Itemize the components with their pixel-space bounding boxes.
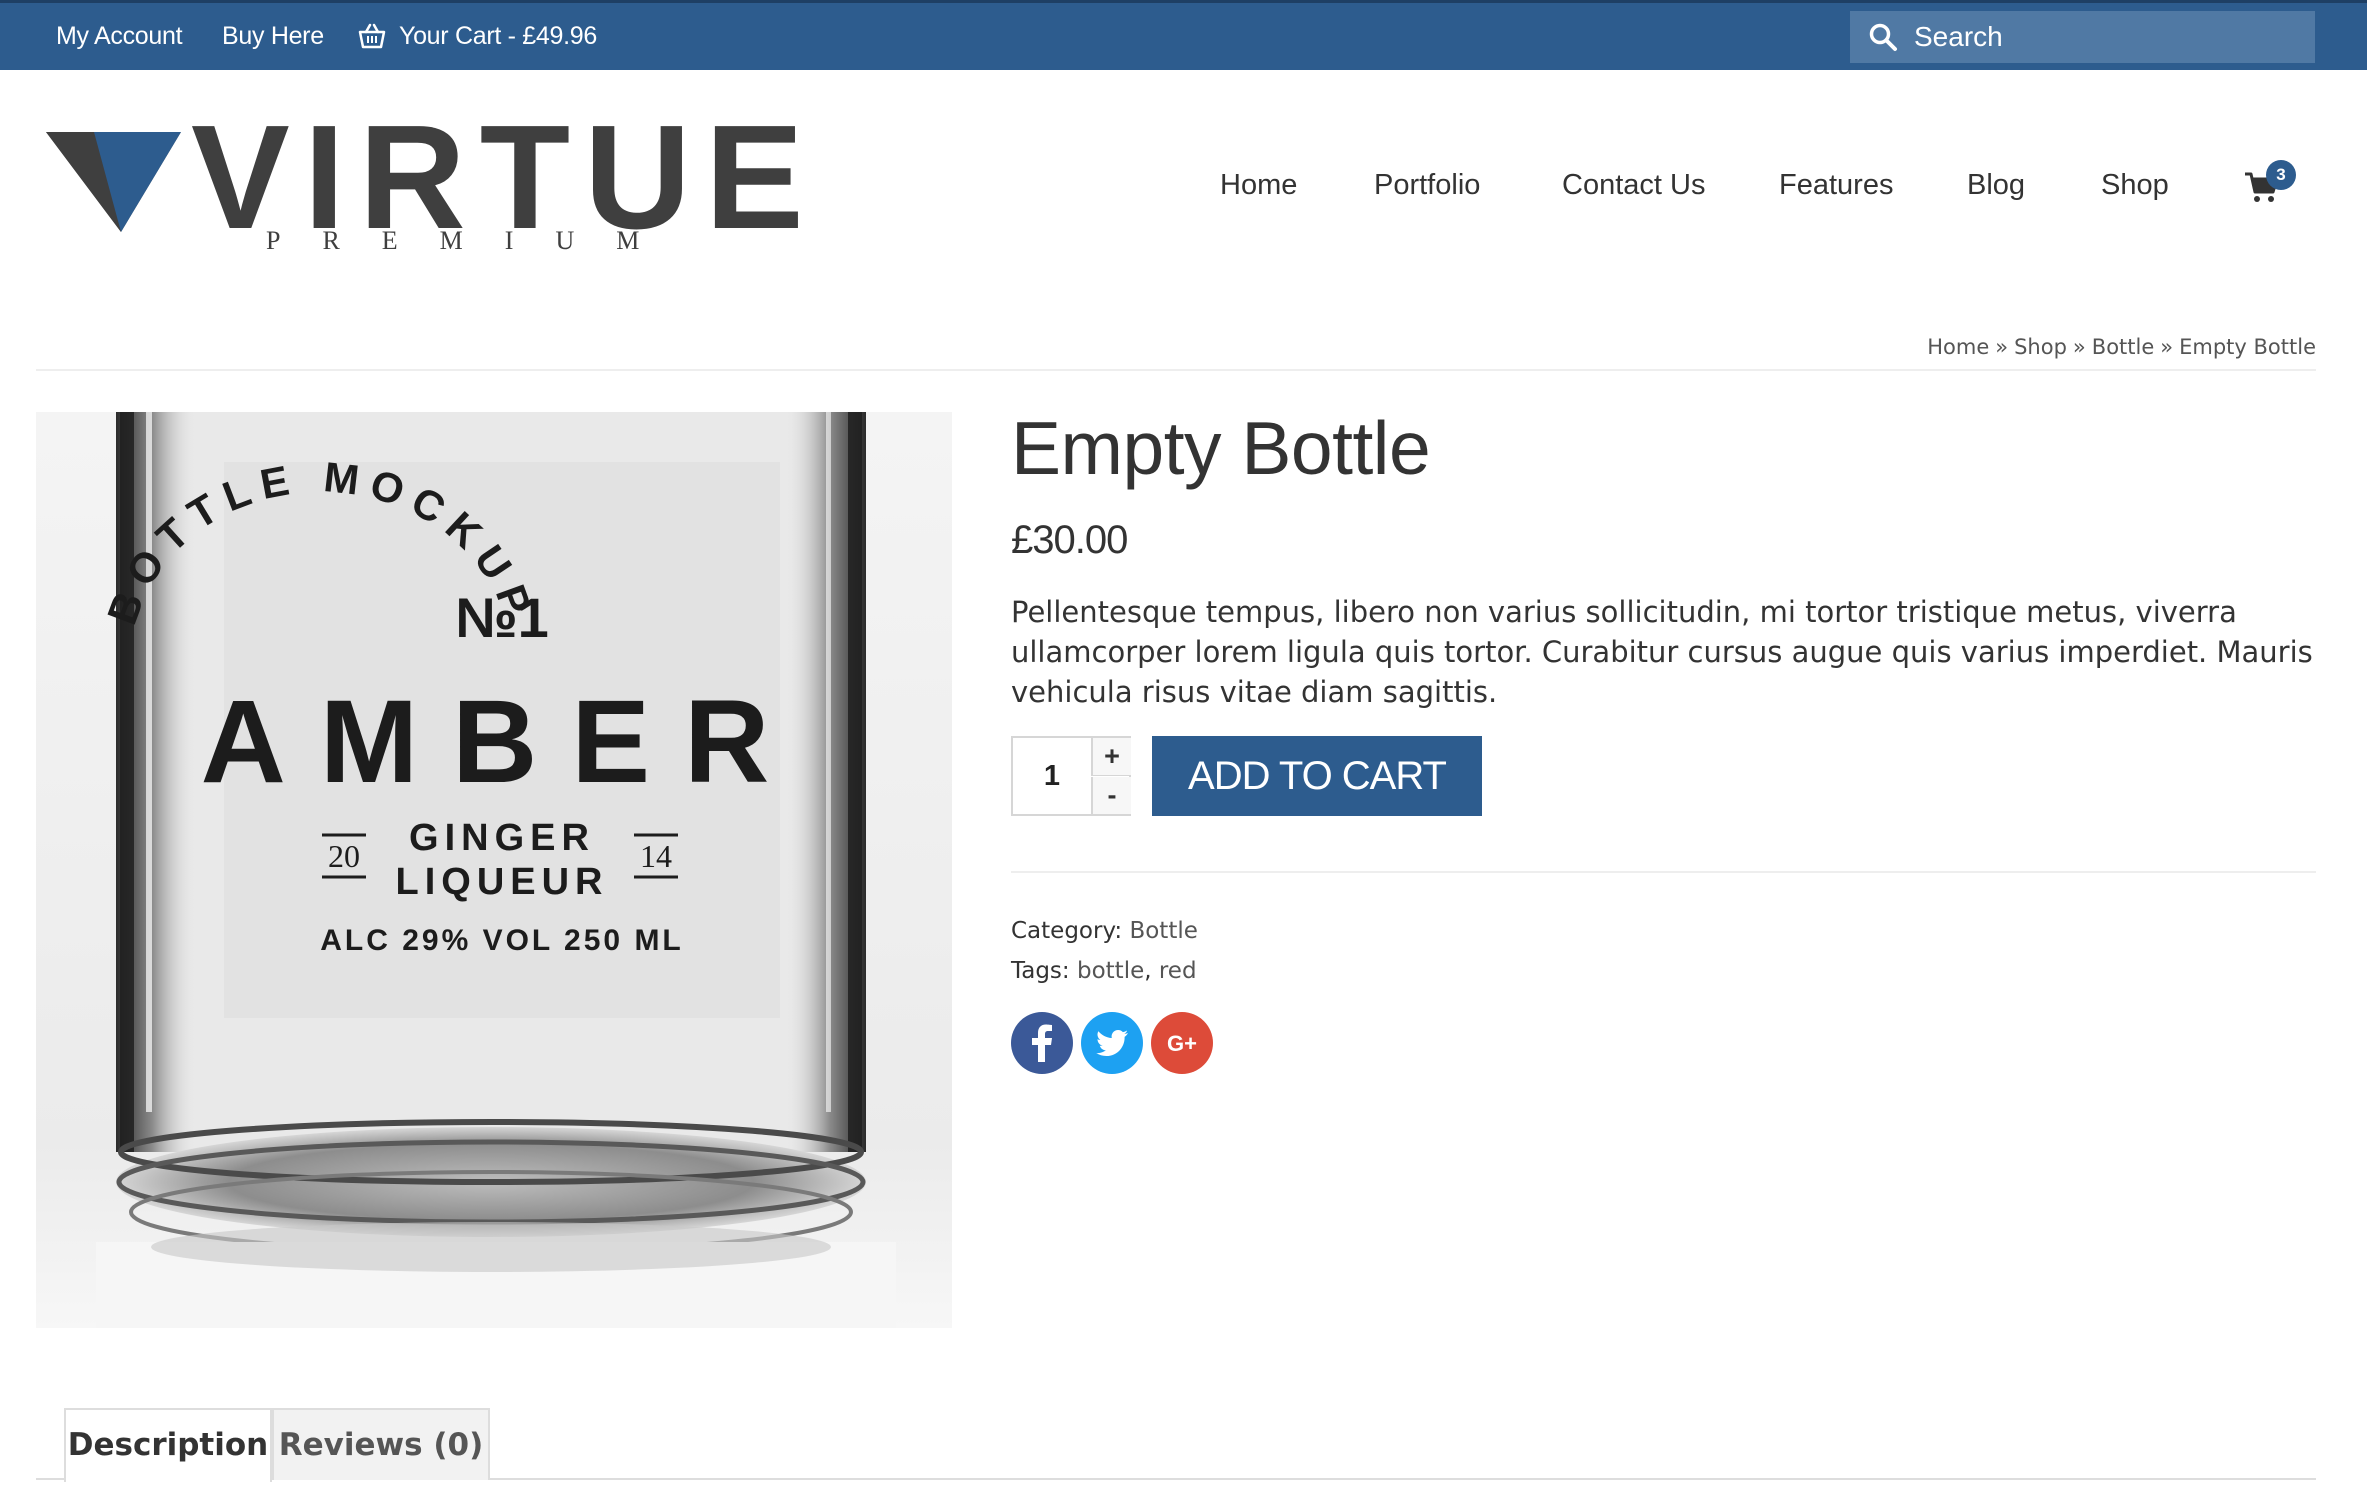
tag-link-red[interactable]: red bbox=[1159, 958, 1197, 984]
nav-shop[interactable]: Shop bbox=[2101, 160, 2169, 210]
breadcrumb-bottle[interactable]: Bottle bbox=[2092, 335, 2154, 359]
product-description: Pellentesque tempus, libero non varius s… bbox=[1011, 595, 2313, 709]
basket-icon bbox=[358, 23, 386, 49]
product-category: Category: Bottle bbox=[1011, 918, 1198, 944]
search-icon bbox=[1869, 23, 1897, 51]
quantity-increase-button[interactable]: + bbox=[1091, 738, 1131, 776]
top-bar: My Account Buy Here Your Cart - £49.96 bbox=[0, 0, 2367, 70]
breadcrumb-shop[interactable]: Shop bbox=[2014, 335, 2067, 359]
label-year-left: 20 bbox=[328, 838, 360, 874]
label-name: AMBER bbox=[201, 676, 804, 808]
facebook-icon bbox=[1032, 1024, 1052, 1062]
cart-count-badge: 3 bbox=[2266, 160, 2296, 190]
tag-link-bottle[interactable]: bottle bbox=[1077, 958, 1144, 984]
tag-separator: , bbox=[1144, 958, 1152, 984]
label-line2: LIQUEUR bbox=[396, 861, 609, 903]
buy-here-link[interactable]: Buy Here bbox=[222, 3, 324, 70]
bottle-illustration: BOTTLE MOCKUP №1 AMBER GINGER LIQUEUR 20… bbox=[96, 412, 896, 1328]
search-input[interactable] bbox=[1914, 11, 2304, 63]
label-year-right: 14 bbox=[640, 838, 672, 874]
breadcrumb: Home» Shop» Bottle» Empty Bottle bbox=[1927, 335, 2316, 359]
label-number: №1 bbox=[455, 586, 549, 649]
nav-home[interactable]: Home bbox=[1220, 160, 1297, 210]
nav-portfolio[interactable]: Portfolio bbox=[1374, 160, 1480, 210]
label-footer: ALC 29% VOL 250 ML bbox=[320, 924, 684, 957]
product-tags: Tags: bottle, red bbox=[1011, 958, 1197, 984]
tab-reviews[interactable]: Reviews (0) bbox=[272, 1408, 490, 1480]
divider bbox=[36, 369, 2316, 371]
logo-triangle-icon bbox=[46, 132, 181, 232]
product-price: £30.00 bbox=[1011, 518, 1128, 562]
label-line1: GINGER bbox=[409, 817, 595, 859]
add-to-cart-button[interactable]: ADD TO CART bbox=[1152, 736, 1482, 816]
quantity-decrease-button[interactable]: - bbox=[1091, 777, 1131, 814]
category-label: Category: bbox=[1011, 918, 1123, 944]
quantity-stepper: + - bbox=[1011, 736, 1131, 816]
search-box[interactable] bbox=[1850, 11, 2315, 63]
your-cart-link[interactable]: Your Cart - £49.96 bbox=[399, 3, 597, 70]
product-image[interactable]: BOTTLE MOCKUP №1 AMBER GINGER LIQUEUR 20… bbox=[36, 412, 952, 1328]
nav-blog[interactable]: Blog bbox=[1967, 160, 2025, 210]
google-plus-share-button[interactable]: G+ bbox=[1151, 1012, 1213, 1074]
site-logo[interactable]: VIRTUE PREMIUM bbox=[46, 104, 804, 262]
tab-description[interactable]: Description bbox=[64, 1408, 272, 1482]
facebook-share-button[interactable] bbox=[1011, 1012, 1073, 1074]
breadcrumb-separator: » bbox=[2160, 335, 2174, 359]
quantity-input[interactable] bbox=[1013, 738, 1091, 814]
product-title: Empty Bottle bbox=[1011, 406, 1431, 490]
my-account-link[interactable]: My Account bbox=[56, 3, 183, 70]
twitter-icon bbox=[1096, 1030, 1128, 1056]
twitter-share-button[interactable] bbox=[1081, 1012, 1143, 1074]
breadcrumb-separator: » bbox=[1995, 335, 2009, 359]
breadcrumb-separator: » bbox=[2072, 335, 2086, 359]
svg-text:G+: G+ bbox=[1167, 1031, 1197, 1056]
google-plus-icon: G+ bbox=[1167, 1031, 1197, 1056]
tags-label: Tags: bbox=[1011, 958, 1070, 984]
category-link[interactable]: Bottle bbox=[1129, 918, 1197, 944]
logo-subtitle: PREMIUM bbox=[266, 226, 682, 255]
divider bbox=[1011, 871, 2316, 873]
breadcrumb-current: Empty Bottle bbox=[2179, 335, 2316, 359]
nav-features[interactable]: Features bbox=[1779, 160, 1893, 210]
nav-contact-us[interactable]: Contact Us bbox=[1562, 160, 1705, 210]
breadcrumb-home[interactable]: Home bbox=[1927, 335, 1989, 359]
